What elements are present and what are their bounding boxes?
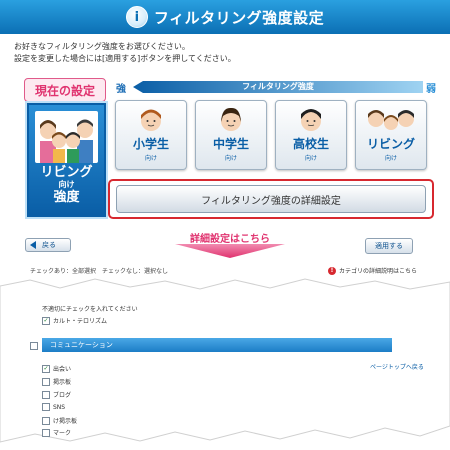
- level-sub: 向け: [384, 155, 397, 162]
- level-card-high-school[interactable]: 高校生 向け: [275, 100, 347, 170]
- category-label: け掲示板: [53, 418, 78, 425]
- checkbox[interactable]: [30, 342, 38, 350]
- category-checkbox-row[interactable]: ✓ カルト・テロリズム: [42, 316, 107, 325]
- level-sub: 向け: [304, 155, 317, 162]
- checkbox[interactable]: [42, 428, 50, 437]
- page-top-link[interactable]: ページトップへ戻る: [370, 362, 424, 371]
- current-label-line-1: リビング: [40, 165, 93, 180]
- junior-high-face-icon: [218, 106, 244, 132]
- level-card-elementary[interactable]: 小学生 向け: [115, 100, 187, 170]
- category-checkbox-row[interactable]: マーク: [42, 428, 71, 437]
- intro-text: お好きなフィルタリング強度をお選びください。 設定を変更した場合には[適用する]…: [14, 41, 236, 65]
- checkbox[interactable]: [42, 416, 50, 425]
- category-label: 掲示板: [53, 379, 72, 386]
- app-header: i フィルタリング強度設定: [0, 0, 450, 34]
- category-help-link[interactable]: ! カテゴリの詳細説明はこちら: [328, 266, 417, 275]
- level-name: 小学生: [132, 137, 169, 151]
- checkbox[interactable]: [42, 377, 50, 386]
- notice-text: 不適切にチェックを入れてください: [42, 306, 138, 313]
- level-name: リビング: [366, 137, 415, 151]
- category-checkbox-row[interactable]: ブログ: [42, 390, 71, 399]
- info-icon: i: [125, 6, 148, 28]
- strength-strong-label: 強: [116, 84, 126, 95]
- category-checkbox-row[interactable]: け掲示板: [42, 416, 77, 425]
- high-school-face-icon: [298, 106, 324, 132]
- category-checkbox-row[interactable]: ✓ 出会い: [42, 364, 71, 373]
- intro-line-1: お好きなフィルタリング強度をお選びください。: [14, 42, 190, 51]
- strength-bar-label: フィルタリング強度: [242, 82, 314, 91]
- checkbox[interactable]: [42, 390, 50, 399]
- level-name: 高校生: [292, 137, 329, 151]
- current-label-line-2: 強度: [53, 190, 80, 205]
- category-label: 出会い: [53, 366, 72, 373]
- level-card-living[interactable]: リビング 向け: [355, 100, 427, 170]
- category-header-bar: コミュニケーション: [42, 338, 392, 352]
- category-label: マーク: [53, 430, 72, 437]
- living-family-icon: [365, 106, 417, 132]
- apply-button[interactable]: 適用する: [365, 238, 413, 254]
- current-label-small: 向け: [58, 180, 75, 189]
- elementary-face-icon: [138, 106, 164, 132]
- notice-row: 不適切にチェックを入れてください: [42, 304, 138, 313]
- category-help-text: カテゴリの詳細説明はこちら: [339, 268, 418, 275]
- check-selection-links[interactable]: チェックあり：全部選択 チェックなし：選択なし: [30, 266, 168, 275]
- back-arrow-icon: [30, 241, 36, 249]
- back-button-label: 戻る: [42, 241, 56, 249]
- category-group-checkbox[interactable]: [30, 342, 41, 350]
- back-button[interactable]: 戻る: [25, 238, 71, 252]
- category-label: ブログ: [53, 392, 72, 399]
- category-label: カルト・テロリズム: [53, 318, 108, 325]
- current-setting-badge: 現在の設定: [24, 78, 106, 108]
- category-checkbox-row[interactable]: SNS: [42, 403, 65, 411]
- checkbox[interactable]: ✓: [42, 364, 50, 373]
- category-label: SNS: [53, 403, 66, 411]
- checkbox[interactable]: ✓: [42, 316, 50, 325]
- category-checkbox-row[interactable]: 掲示板: [42, 377, 71, 386]
- current-setting-label: リビング 向け 強度: [31, 165, 102, 205]
- level-sub: 向け: [144, 155, 157, 162]
- detail-settings-callout: 詳細設定はこちら: [190, 234, 270, 245]
- partial-settings-area: 不適切にチェックを入れてください ✓ カルト・テロリズム コミュニケーション ペ…: [0, 276, 450, 450]
- current-setting-card: リビング 向け 強度: [27, 103, 106, 217]
- level-name: 中学生: [212, 137, 249, 151]
- advanced-settings-button[interactable]: フィルタリング強度の詳細設定: [116, 185, 426, 213]
- intro-line-2: 設定を変更した場合には[適用する]ボタンを押してください。: [14, 54, 236, 63]
- alert-icon: !: [328, 266, 336, 275]
- family-avatar-icon: [35, 111, 98, 163]
- checkbox[interactable]: [42, 403, 50, 411]
- down-arrow-icon: [175, 244, 285, 258]
- strength-weak-label: 弱: [426, 84, 436, 95]
- level-card-junior-high[interactable]: 中学生 向け: [195, 100, 267, 170]
- level-sub: 向け: [224, 155, 237, 162]
- page-title: フィルタリング強度設定: [153, 8, 325, 27]
